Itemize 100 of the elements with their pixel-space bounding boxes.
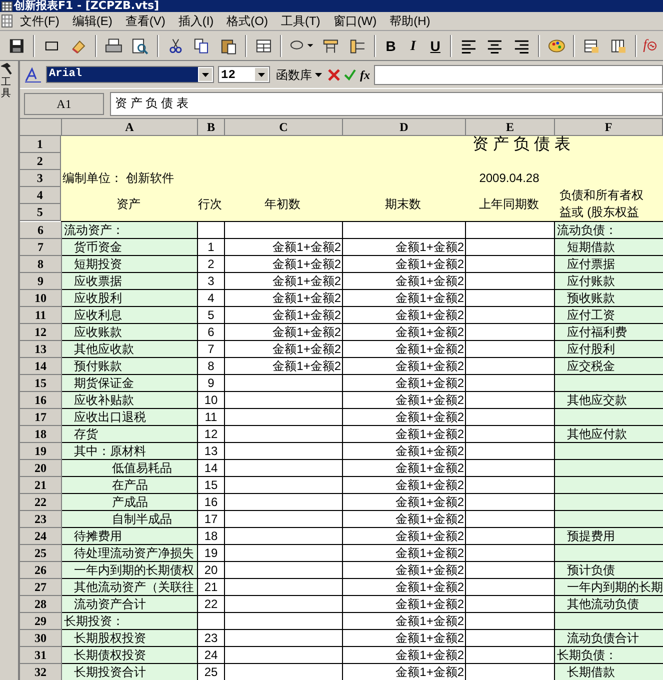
row-header[interactable]: 29 <box>20 613 62 630</box>
table-cell: 金额1+金额2 <box>225 324 343 341</box>
table-cell: 应收股利 <box>62 290 198 307</box>
row-header[interactable]: 8 <box>20 256 62 273</box>
table-cell: 预提费用 <box>555 528 663 545</box>
row-header[interactable]: 13 <box>20 341 62 358</box>
table-cell: 22 <box>198 596 225 613</box>
table-cell: 存货 <box>62 426 198 443</box>
row-header[interactable]: 17 <box>20 409 62 426</box>
menu-item[interactable]: 格式(O) <box>226 12 268 30</box>
table-cell: 一年内到期的长期 <box>555 579 663 596</box>
table-cell: 长期债权投资 <box>62 647 198 664</box>
table-cell: 6 <box>198 324 225 341</box>
table-cell: 金额1+金额2 <box>343 358 466 375</box>
bold-button[interactable]: B <box>380 36 402 56</box>
formula-input[interactable] <box>374 64 663 84</box>
column-header[interactable]: B <box>198 119 225 136</box>
row-header[interactable]: 24 <box>20 528 62 545</box>
hammer-icon[interactable] <box>1 63 13 75</box>
row-header[interactable]: 6 <box>20 222 62 239</box>
row-header[interactable]: 15 <box>20 375 62 392</box>
table-cell: 长期借款 <box>555 664 663 680</box>
row-header[interactable]: 14 <box>20 358 62 375</box>
menu-item[interactable]: 插入(I) <box>178 12 214 30</box>
table-cell: 金额1+金额2 <box>225 307 343 324</box>
row-header[interactable]: 23 <box>20 511 62 528</box>
row-header[interactable]: 19 <box>20 443 62 460</box>
row-header[interactable]: 5 <box>20 204 61 221</box>
function-library-button[interactable]: 函数库 <box>274 66 324 84</box>
row-header[interactable]: 18 <box>20 426 62 443</box>
table-cell: 15 <box>198 477 225 494</box>
column-header[interactable]: F <box>555 119 663 136</box>
italic-button[interactable]: I <box>402 36 424 56</box>
table-cell: 金额1+金额2 <box>343 375 466 392</box>
row-header[interactable]: 22 <box>20 494 62 511</box>
company-label: 编制单位： 创新软件 <box>62 170 176 187</box>
underline-button[interactable]: U <box>424 36 446 56</box>
column-header[interactable]: C <box>225 119 343 136</box>
document-icon <box>1 14 13 28</box>
row-header[interactable]: 30 <box>20 630 62 647</box>
row-header[interactable]: 1 <box>20 136 61 153</box>
row-header[interactable]: 11 <box>20 307 62 324</box>
paste-icon[interactable] <box>218 36 238 54</box>
row-header[interactable]: 26 <box>20 562 62 579</box>
table-cell: 14 <box>198 460 225 477</box>
function-button[interactable]: fx <box>360 66 370 84</box>
insert-column-icon[interactable] <box>608 36 628 54</box>
printer-icon[interactable] <box>104 36 124 54</box>
row-header[interactable]: 32 <box>20 664 62 680</box>
row-header[interactable]: 16 <box>20 392 62 409</box>
row-header[interactable]: 21 <box>20 477 62 494</box>
cell-name-box[interactable]: A1 <box>24 92 104 114</box>
cell-content-field[interactable]: 资 产 负 债 表 <box>110 92 663 116</box>
save-icon[interactable] <box>7 36 26 54</box>
form-icon[interactable] <box>254 36 274 54</box>
table-cell: 长期投资合计 <box>62 664 198 680</box>
table-cell: 其他应付款 <box>555 426 663 443</box>
row-header[interactable]: 7 <box>20 239 62 256</box>
row-header[interactable]: 28 <box>20 596 62 613</box>
row-header[interactable]: 3 <box>20 170 61 187</box>
column-header[interactable]: A <box>62 119 198 136</box>
checkmark-icon[interactable] <box>344 68 356 80</box>
font-dropdown[interactable]: Arial <box>46 66 214 83</box>
function-wizard-button[interactable]: f <box>641 35 660 56</box>
select-all-corner[interactable] <box>20 119 62 136</box>
palette-icon[interactable] <box>547 36 566 54</box>
row-header[interactable]: 27 <box>20 579 62 596</box>
table-cell: 其他应收款 <box>62 341 198 358</box>
table-cell: 流动负债合计 <box>555 630 663 647</box>
row-header[interactable]: 9 <box>20 273 62 290</box>
size-dropdown[interactable]: 12 <box>218 66 270 83</box>
row-header[interactable]: 25 <box>20 545 62 562</box>
table-cell: 金额1+金额2 <box>225 256 343 273</box>
table-cell: 金额1+金额2 <box>343 494 466 511</box>
table-cell: 应收出口退税 <box>62 409 198 426</box>
menu-item[interactable]: 窗口(W) <box>333 12 377 30</box>
row-header[interactable]: 2 <box>20 153 61 170</box>
table-cell: 13 <box>198 443 225 460</box>
menu-item[interactable]: 帮助(H) <box>390 12 430 30</box>
column-header[interactable]: E <box>466 119 555 136</box>
row-header[interactable]: 12 <box>20 324 62 341</box>
table-column-icon[interactable] <box>348 36 368 54</box>
menu-item[interactable]: 编辑(E) <box>72 12 112 30</box>
table-cell: 2 <box>198 256 225 273</box>
table-header-icon[interactable] <box>321 36 341 54</box>
table-cell: 金额1+金额2 <box>343 273 466 290</box>
row-header[interactable]: 20 <box>20 460 62 477</box>
row-header[interactable]: 31 <box>20 647 62 664</box>
font-style-icon[interactable] <box>24 66 42 82</box>
menu-item[interactable]: 查看(V) <box>125 12 166 30</box>
table-cell: 其中：原材料 <box>62 443 198 460</box>
menu-item[interactable]: 工具(T) <box>280 12 320 30</box>
font-value: Arial <box>47 67 198 82</box>
menu-item[interactable]: 文件(F) <box>20 12 60 30</box>
row-header[interactable]: 4 <box>20 187 61 204</box>
row-header[interactable]: 10 <box>20 290 62 307</box>
close-icon[interactable] <box>328 68 340 80</box>
table-cell: 产成品 <box>62 494 198 511</box>
print-preview-icon[interactable] <box>130 36 150 54</box>
column-header[interactable]: D <box>343 119 466 136</box>
